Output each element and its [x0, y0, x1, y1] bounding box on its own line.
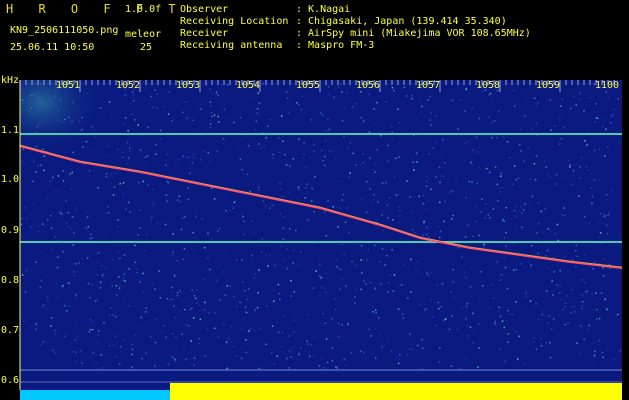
y-tick-label: 1.0 — [1, 174, 20, 185]
y-tick-label: 0.7 — [1, 325, 20, 336]
hroft-screen: H R O F F T 1.0.0f KN9_2506111050.png 25… — [0, 0, 629, 400]
x-tick-label: 1056 — [356, 80, 381, 91]
x-tick-label: 1054 — [236, 80, 261, 91]
y-tick-label: 1.1 — [1, 125, 20, 136]
noise-burst — [20, 80, 200, 230]
x-tick-label: 1057 — [416, 80, 441, 91]
y-tick-label: 0.9 — [1, 225, 20, 236]
y-tick-label: 0.8 — [1, 275, 20, 286]
bottom-bar-right — [170, 383, 622, 400]
waterfall-spectrogram — [19, 80, 623, 400]
bottom-bar-left — [20, 390, 170, 400]
x-tick-label: 1053 — [176, 80, 201, 91]
y-axis-unit: kHz — [1, 75, 20, 86]
x-tick-label: 1052 — [116, 80, 141, 91]
x-tick-label: 1100 — [595, 80, 620, 91]
x-tick-label: 1059 — [536, 80, 561, 91]
x-tick-label: 1055 — [296, 80, 321, 91]
y-tick-label: 0.6 — [1, 375, 20, 386]
x-tick-label: 1058 — [476, 80, 501, 91]
x-tick-label: 1051 — [56, 80, 81, 91]
